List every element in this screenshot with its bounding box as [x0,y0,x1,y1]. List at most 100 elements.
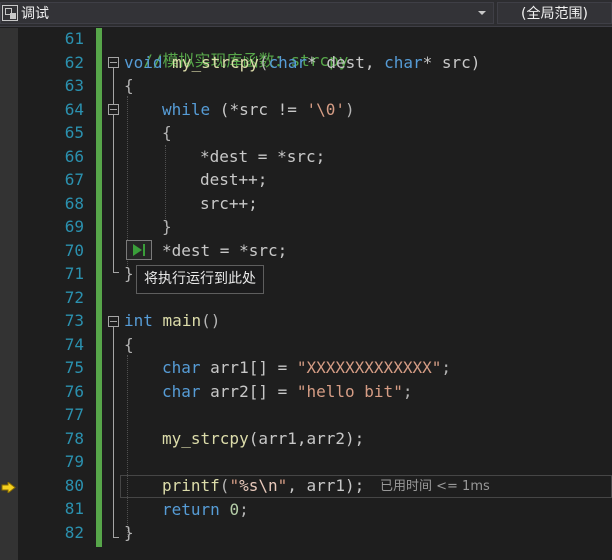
line-number: 75 [64,358,84,377]
statement: *dest = *src; [162,240,288,260]
brace: } [162,217,172,236]
declaration: arr1[] = [200,358,297,377]
keyword: return [162,499,220,519]
code-line-78[interactable]: my_strcpy(arr1,arr2); [162,428,364,450]
code-line-61[interactable]: //模拟实现库函数：strcpy [124,28,348,70]
parameter-text: * dest, [307,52,385,72]
punctuation: ; [402,381,413,401]
perf-tip[interactable]: 已用时间 <= 1ms [380,478,490,496]
code-line-73[interactable]: int main() [124,310,220,332]
line-number: 81 [64,499,84,518]
string-literal: "XXXXXXXXXXXXX" [296,358,442,377]
member-dropdown[interactable]: (全局范围) [497,2,612,24]
keyword: char [162,358,201,377]
format-specifier: %s [239,476,259,495]
code-line-81[interactable]: return 0; [162,499,249,521]
escape-sequence: \n [258,476,278,495]
code-line-69[interactable]: } [162,216,172,238]
run-to-cursor-tooltip: 将执行运行到此处 [136,265,264,294]
outline-end [113,537,119,538]
punctuation: ; [239,499,249,519]
scope-dropdown[interactable]: 调试 [0,2,494,24]
line-number: 64 [64,99,84,119]
line-number: 80 [64,475,84,495]
indent-guide [165,145,166,223]
brace: { [124,334,134,354]
keyword: while [162,99,211,119]
collapse-icon[interactable] [108,104,119,115]
code-line-70[interactable]: *dest = *src; [162,240,287,262]
line-number: 78 [64,428,84,448]
change-tracking-bar [96,28,102,547]
keyword: char [162,381,201,401]
code-line-75[interactable]: char arr1[] = "XXXXXXXXXXXXX"; [162,357,451,379]
punctuation: ; [441,358,451,377]
code-line-68[interactable]: src++; [200,193,258,215]
expression: (*src != [210,99,307,119]
line-number: 70 [64,240,84,260]
code-line-65[interactable]: { [162,122,172,144]
parameter-text: * src) [422,52,481,72]
string-literal: " [229,476,240,495]
code-line-76[interactable]: char arr2[] = "hello bit"; [162,381,412,403]
brace: { [162,123,172,142]
class-scope-icon [2,5,18,21]
line-number: 82 [64,522,84,542]
scope-label: 调试 [21,6,49,22]
arguments: , arr1); [287,476,365,495]
collapse-icon[interactable] [108,57,119,68]
line-number: 79 [64,452,84,471]
line-number: 67 [64,170,84,189]
line-number: 68 [64,193,84,213]
char-literal: '\0' [306,99,346,119]
keyword: char [268,52,308,72]
punctuation: () [201,311,221,330]
run-to-cursor-icon[interactable] [126,240,152,260]
code-line-62[interactable]: void my_strcpy(char* dest, char* src) [124,52,480,74]
outline-line [113,327,114,537]
line-number: 73 [64,311,84,330]
code-line-74[interactable]: { [124,334,134,356]
brace: { [124,76,134,95]
brace: } [124,264,134,283]
string-literal: "hello bit" [296,381,403,401]
line-number: 69 [64,217,84,236]
line-number: 71 [64,264,84,283]
line-number: 74 [64,334,84,354]
line-number: 76 [64,381,84,401]
function-name: my_strcpy [172,52,259,72]
arguments: (arr1,arr2); [248,428,365,448]
line-number: 66 [64,146,84,166]
outline-end [113,272,119,273]
statement: dest++; [200,170,268,189]
line-number: 61 [64,29,84,48]
code-line-64[interactable]: while (*src != '\0') [162,99,355,121]
line-number: 72 [64,287,84,307]
collapse-icon[interactable] [108,316,119,327]
punctuation: ( [258,52,269,72]
code-line-71[interactable]: } [124,263,134,285]
line-number: 77 [64,405,84,424]
code-line-63[interactable]: { [124,75,134,97]
line-number: 65 [64,123,84,142]
declaration: arr2[] = [200,381,297,401]
punctuation: ( [219,476,230,495]
statement: src++; [200,193,258,213]
glyph-margin[interactable] [0,28,18,560]
statement: *dest = *src; [200,146,326,166]
chevron-down-icon[interactable] [478,11,486,15]
code-line-80[interactable]: printf("%s\n", arr1); [162,475,364,497]
execution-pointer-arrow-icon[interactable] [1,482,16,493]
keyword: int [124,311,153,330]
function-name: my_strcpy [162,428,249,448]
code-line-82[interactable]: } [124,522,134,544]
indent-guide [127,355,128,537]
keyword: void [124,52,163,72]
line-number: 62 [64,52,84,72]
outline-line [113,68,114,272]
line-number-gutter: 61 62 63 64 65 66 67 68 69 70 71 72 73 7… [18,28,96,560]
function-name: main [162,311,202,330]
code-line-66[interactable]: *dest = *src; [200,146,325,168]
code-line-67[interactable]: dest++; [200,169,267,191]
